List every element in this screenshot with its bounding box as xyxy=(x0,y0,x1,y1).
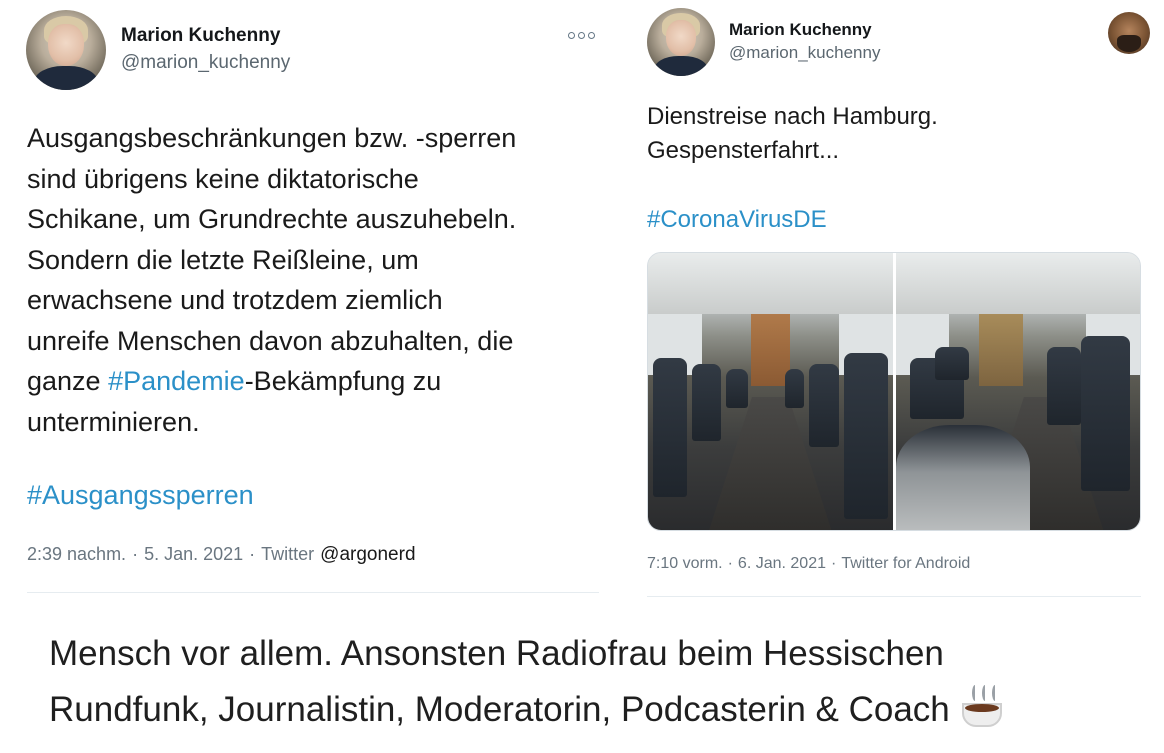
hashtag-link[interactable]: #Pandemie xyxy=(108,366,245,396)
bio-line: Mensch vor allem. Ansonsten Radiofrau be… xyxy=(49,634,944,673)
tweet-meta: 7:10 vorm. · 6. Jan. 2021 · Twitter for Andr… xyxy=(647,555,971,572)
author-avatar[interactable] xyxy=(26,10,106,90)
tweet-meta: 2:39 nachm. · 5. Jan. 2021 · Twitter @argoner… xyxy=(27,544,416,565)
author-handle[interactable]: @marion_kuchenny xyxy=(121,52,290,74)
tweet-text: Ausgangsbeschränkungen bzw. -sperren sin… xyxy=(27,118,597,442)
hashtag-link[interactable]: #CoronaVirusDE xyxy=(647,206,827,234)
tweet-source[interactable]: Twitter for Android xyxy=(841,555,970,572)
bio-line: Rundfunk, Journalistin, Moderatorin, Pod… xyxy=(49,682,1129,738)
tweet-date[interactable]: 5. Jan. 2021 xyxy=(144,544,243,564)
watermark: @argonerd xyxy=(320,544,416,565)
text-segment: -Bekämpfung zu xyxy=(244,366,442,396)
text-segment: ganze xyxy=(27,366,109,396)
tweet-photo-grid xyxy=(647,252,1141,531)
tweet-time[interactable]: 2:39 nachm. xyxy=(27,544,126,564)
tweet-text-line: Dienstreise nach Hamburg. xyxy=(647,103,938,130)
tweet-text-line: Sondern die letzte Reißleine, um xyxy=(27,244,419,275)
tweet-text-line: unterminieren. xyxy=(27,406,200,437)
author-name[interactable]: Marion Kuchenny xyxy=(121,25,280,47)
tweet-time[interactable]: 7:10 vorm. xyxy=(647,555,723,572)
tweet-text-line: Schikane, um Grundrechte auszuhebeln. xyxy=(27,204,517,234)
more-options-icon[interactable] xyxy=(568,28,598,42)
author-name[interactable]: Marion Kuchenny xyxy=(729,20,872,40)
tweet-text-line: Ausgangsbeschränkungen bzw. -sperren xyxy=(27,123,517,153)
bio-text: Rundfunk, Journalistin, Moderatorin, Pod… xyxy=(49,690,950,729)
hot-beverage-icon xyxy=(958,685,1008,729)
tweet-text-line: ganze #Pandemie-Bekämpfung zu xyxy=(27,361,597,402)
author-handle[interactable]: @marion_kuchenny xyxy=(729,43,880,63)
tweet-text-line: erwachsene und trotzdem ziemlich xyxy=(27,285,443,315)
tweet-source[interactable]: Twitter xyxy=(261,544,314,564)
profile-bio: Mensch vor allem. Ansonsten Radiofrau be… xyxy=(49,626,1129,738)
tweet-date[interactable]: 6. Jan. 2021 xyxy=(738,555,826,572)
tweet-photo[interactable] xyxy=(648,253,893,530)
divider xyxy=(647,596,1141,597)
tweet-text-line: sind übrigens keine diktatorische xyxy=(27,163,419,194)
tweet-photo[interactable] xyxy=(895,253,1140,530)
tweet-text: Dienstreise nach Hamburg. Gespensterfahr… xyxy=(647,100,1127,168)
author-avatar[interactable] xyxy=(647,8,715,76)
hashtag-link[interactable]: #Ausgangssperren xyxy=(27,480,254,511)
tweet-text-line: unreife Menschen davon abzuhalten, die xyxy=(27,325,514,356)
tweet-text-line: Gespensterfahrt... xyxy=(647,137,840,164)
current-user-avatar[interactable] xyxy=(1108,12,1150,54)
divider xyxy=(27,592,599,593)
